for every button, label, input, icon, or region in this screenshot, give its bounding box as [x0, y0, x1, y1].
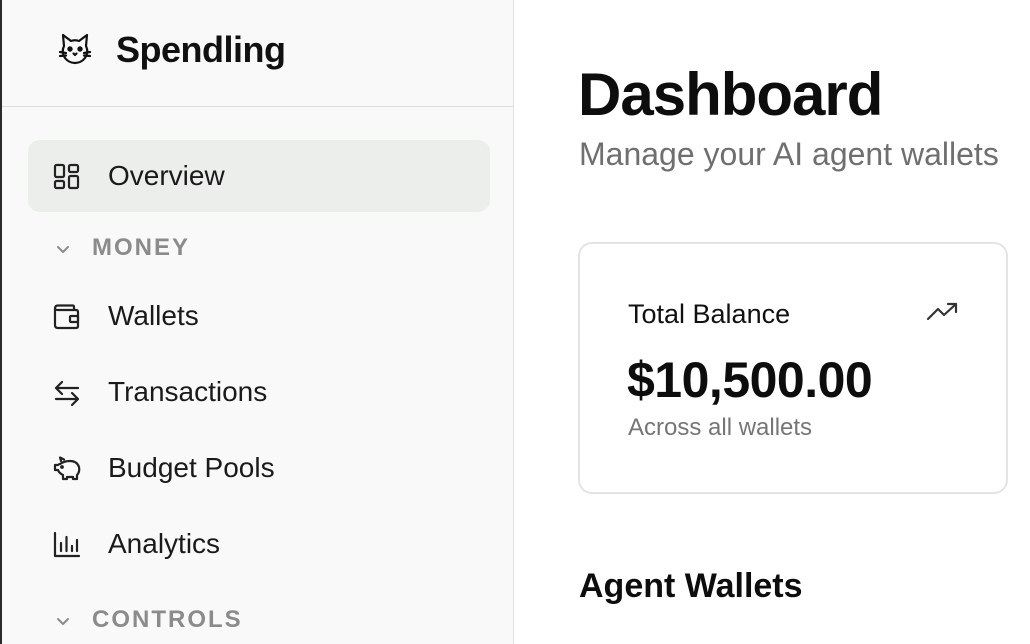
section-money-toggle[interactable]: MONEY	[28, 228, 490, 268]
total-balance-card: Total Balance $10,500.00 Across all wall…	[578, 242, 1008, 494]
page-subtitle: Manage your AI agent wallets	[579, 136, 999, 172]
sidebar-item-budget-pools[interactable]: Budget Pools	[28, 432, 490, 504]
sidebar-item-label: Budget Pools	[108, 452, 275, 483]
sidebar-item-transactions[interactable]: Transactions	[28, 356, 490, 428]
app-name: Spendling	[116, 29, 286, 70]
sidebar-item-wallets[interactable]: Wallets	[28, 280, 490, 352]
sidebar-item-analytics[interactable]: Analytics	[28, 508, 490, 580]
app-root: Spendling Overview MONEY Wallets Transac…	[0, 0, 1030, 644]
card-caption: Across all wallets	[628, 414, 813, 441]
grid-icon	[52, 162, 82, 192]
page-title: Dashboard	[578, 61, 883, 128]
sidebar-item-label: Transactions	[108, 376, 268, 407]
wallet-icon	[52, 302, 82, 332]
sidebar-item-label: Overview	[108, 160, 225, 191]
sidebar: Spendling Overview MONEY Wallets Transac…	[0, 0, 514, 644]
trending-up-icon	[926, 300, 960, 324]
chevron-down-icon	[54, 240, 72, 258]
cat-logo-icon	[56, 30, 94, 68]
section-label: MONEY	[92, 234, 191, 261]
chevron-down-icon	[54, 612, 72, 630]
sidebar-item-label: Analytics	[108, 528, 221, 559]
brand-header[interactable]: Spendling	[2, 0, 514, 107]
total-balance-value: $10,500.00	[627, 352, 873, 408]
section-controls-toggle[interactable]: CONTROLS	[28, 600, 490, 640]
arrows-swap-icon	[52, 378, 82, 408]
sidebar-item-label: Wallets	[108, 300, 199, 331]
agent-wallets-heading: Agent Wallets	[579, 567, 803, 605]
sidebar-item-overview[interactable]: Overview	[28, 140, 490, 212]
piggy-bank-icon	[52, 454, 82, 484]
bar-chart-icon	[52, 530, 82, 560]
card-label: Total Balance	[628, 299, 791, 329]
section-label: CONTROLS	[92, 606, 243, 633]
main-content: Dashboard Manage your AI agent wallets T…	[515, 0, 1030, 644]
